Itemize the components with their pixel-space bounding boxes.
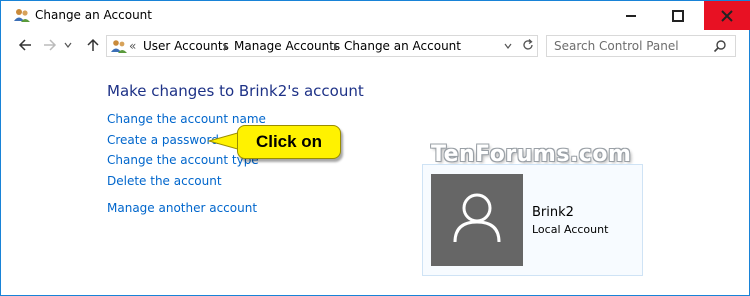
minimize-button[interactable] <box>608 1 654 30</box>
breadcrumb-manage-accounts[interactable]: Manage Accounts <box>234 39 340 53</box>
forward-arrow-icon <box>44 39 57 51</box>
change-account-window: Change an Account « User Accounts Manage… <box>0 0 750 296</box>
up-arrow-icon <box>87 38 99 51</box>
content-area: Make changes to Brink2's account Change … <box>1 60 749 295</box>
breadcrumb-separator-icon[interactable] <box>334 43 338 51</box>
user-icon <box>453 193 501 243</box>
user-accounts-icon <box>14 9 30 22</box>
breadcrumb-overflow[interactable]: « <box>129 39 136 53</box>
chevron-down-icon <box>64 42 72 48</box>
change-account-name-link[interactable]: Change the account name <box>107 112 266 126</box>
refresh-icon[interactable] <box>521 38 535 52</box>
up-button[interactable] <box>84 36 102 54</box>
change-account-type-link[interactable]: Change the account type <box>107 153 259 167</box>
account-name: Brink2 <box>532 205 574 220</box>
address-dropdown-icon[interactable] <box>503 41 513 51</box>
back-button[interactable] <box>16 36 34 54</box>
back-arrow-icon <box>18 39 31 51</box>
recent-locations-button[interactable] <box>62 36 74 54</box>
account-type: Local Account <box>532 223 609 236</box>
create-password-link[interactable]: Create a password <box>107 133 219 147</box>
delete-account-link[interactable]: Delete the account <box>107 174 222 188</box>
window-title: Change an Account <box>35 8 152 22</box>
close-icon <box>721 9 733 22</box>
avatar <box>431 174 523 266</box>
breadcrumb-separator-icon[interactable] <box>224 43 228 51</box>
forward-button[interactable] <box>41 36 59 54</box>
breadcrumb-change-account[interactable]: Change an Account <box>344 39 461 53</box>
click-on-callout: Click on <box>237 125 341 159</box>
minimize-icon <box>626 14 636 17</box>
maximize-button[interactable] <box>655 1 701 30</box>
search-icon[interactable] <box>713 39 727 53</box>
close-button[interactable] <box>704 1 750 30</box>
manage-another-account-link[interactable]: Manage another account <box>107 201 257 215</box>
user-accounts-icon <box>111 40 127 53</box>
callout-text: Click on <box>255 132 323 151</box>
breadcrumb-user-accounts[interactable]: User Accounts <box>143 39 229 53</box>
address-bar[interactable]: « User Accounts Manage Accounts Change a… <box>106 35 538 57</box>
search-box[interactable]: Search Control Panel <box>546 35 736 57</box>
page-heading: Make changes to Brink2's account <box>107 82 364 100</box>
maximize-icon <box>672 9 684 22</box>
account-card: Brink2 Local Account <box>422 164 643 276</box>
search-placeholder[interactable]: Search Control Panel <box>554 39 679 53</box>
title-bar: Change an Account <box>1 1 750 30</box>
